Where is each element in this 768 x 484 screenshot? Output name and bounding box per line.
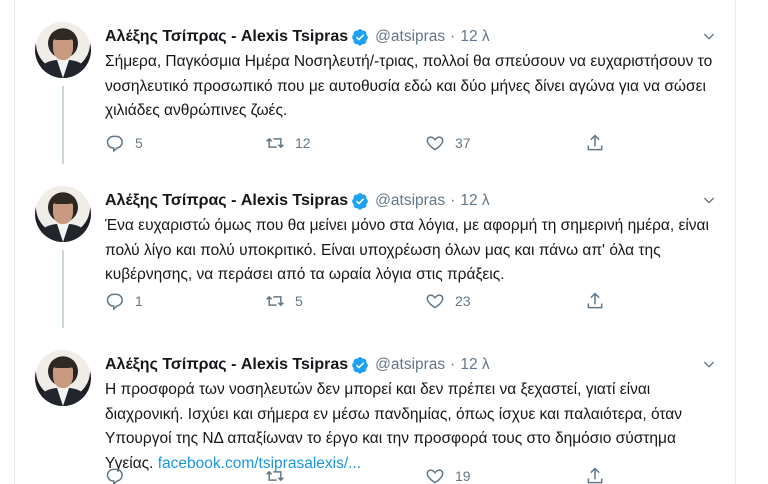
tweet-text: Η προσφορά των νοσηλευτών δεν μπορεί και… bbox=[105, 378, 725, 476]
reply-icon bbox=[106, 135, 123, 153]
verified-badge-icon bbox=[352, 193, 369, 210]
author-handle[interactable]: @atsipras bbox=[375, 28, 445, 46]
chevron-down-icon[interactable] bbox=[701, 356, 717, 372]
tweet-header: Αλέξης Τσίπρας - Alexis Tsipras @atsipra… bbox=[105, 354, 490, 376]
tweet-header: Αλέξης Τσίπρας - Alexis Tsipras @atsipra… bbox=[105, 190, 490, 212]
avatar[interactable] bbox=[35, 186, 91, 242]
author-handle[interactable]: @atsipras bbox=[375, 356, 445, 374]
chevron-down-icon[interactable] bbox=[701, 28, 717, 44]
reply-icon bbox=[106, 293, 123, 311]
like-button[interactable]: 19 bbox=[425, 466, 585, 484]
author-handle[interactable]: @atsipras bbox=[375, 192, 445, 210]
reply-icon bbox=[106, 468, 123, 484]
tweet-body: Σήμερα, Παγκόσμια Ημέρα Νοσηλευτή/-τριας… bbox=[105, 53, 713, 119]
retweet-icon bbox=[266, 470, 284, 482]
tweet[interactable]: Αλέξης Τσίπρας - Alexis Tsipras @atsipra… bbox=[15, 0, 735, 164]
tweet-actions: 19 bbox=[105, 466, 625, 484]
share-button[interactable] bbox=[585, 466, 625, 484]
avatar[interactable] bbox=[35, 350, 91, 406]
share-icon bbox=[587, 292, 603, 309]
like-button[interactable]: 37 bbox=[425, 133, 585, 153]
retweet-count: 12 bbox=[295, 135, 311, 151]
tweet-actions: 1 5 23 bbox=[105, 291, 625, 311]
retweet-button[interactable] bbox=[265, 466, 425, 484]
retweet-button[interactable]: 5 bbox=[265, 291, 425, 311]
separator-dot: · bbox=[450, 192, 456, 209]
verified-badge-icon bbox=[352, 29, 369, 46]
tweet[interactable]: Αλέξης Τσίπρας - Alexis Tsipras @atsipra… bbox=[15, 164, 735, 328]
like-button[interactable]: 23 bbox=[425, 291, 585, 311]
retweet-button[interactable]: 12 bbox=[265, 133, 425, 153]
share-icon bbox=[587, 467, 603, 484]
like-icon bbox=[426, 136, 444, 151]
timestamp[interactable]: 12 λ bbox=[460, 356, 489, 374]
retweet-icon bbox=[266, 295, 284, 307]
avatar[interactable] bbox=[35, 22, 91, 78]
like-count: 19 bbox=[455, 468, 471, 484]
reply-count: 1 bbox=[135, 293, 143, 309]
tweet-text: Σήμερα, Παγκόσμια Ημέρα Νοσηλευτή/-τριας… bbox=[105, 50, 725, 124]
retweet-icon bbox=[266, 137, 284, 149]
share-icon bbox=[587, 134, 603, 151]
tweet-text: Ένα ευχαριστώ όμως που θα μείνει μόνο στ… bbox=[105, 214, 725, 288]
author-name[interactable]: Αλέξης Τσίπρας - Alexis Tsipras bbox=[105, 356, 348, 374]
page-margin bbox=[736, 0, 768, 484]
share-button[interactable] bbox=[585, 291, 625, 311]
timeline: Αλέξης Τσίπρας - Alexis Tsipras @atsipra… bbox=[14, 0, 736, 484]
thread-connector bbox=[62, 250, 64, 328]
reply-button[interactable]: 1 bbox=[105, 291, 265, 311]
timestamp[interactable]: 12 λ bbox=[460, 192, 489, 210]
timestamp[interactable]: 12 λ bbox=[460, 28, 489, 46]
share-button[interactable] bbox=[585, 133, 625, 153]
tweet-actions: 5 12 37 bbox=[105, 133, 625, 153]
separator-dot: · bbox=[450, 28, 456, 45]
tweet-header: Αλέξης Τσίπρας - Alexis Tsipras @atsipra… bbox=[105, 26, 490, 48]
separator-dot: · bbox=[450, 356, 456, 373]
reply-count: 5 bbox=[135, 135, 143, 151]
author-name[interactable]: Αλέξης Τσίπρας - Alexis Tsipras bbox=[105, 192, 348, 210]
tweet-body: Ένα ευχαριστώ όμως που θα μείνει μόνο στ… bbox=[105, 217, 709, 283]
tweet[interactable]: Αλέξης Τσίπρας - Alexis Tsipras @atsipra… bbox=[15, 328, 735, 484]
reply-button[interactable] bbox=[105, 466, 265, 484]
like-icon bbox=[426, 294, 444, 309]
like-count: 23 bbox=[455, 293, 471, 309]
like-count: 37 bbox=[455, 135, 471, 151]
thread-connector bbox=[62, 86, 64, 164]
like-icon bbox=[426, 469, 444, 484]
chevron-down-icon[interactable] bbox=[701, 192, 717, 208]
retweet-count: 5 bbox=[295, 293, 303, 309]
author-name[interactable]: Αλέξης Τσίπρας - Alexis Tsipras bbox=[105, 28, 348, 46]
verified-badge-icon bbox=[352, 357, 369, 374]
reply-button[interactable]: 5 bbox=[105, 133, 265, 153]
